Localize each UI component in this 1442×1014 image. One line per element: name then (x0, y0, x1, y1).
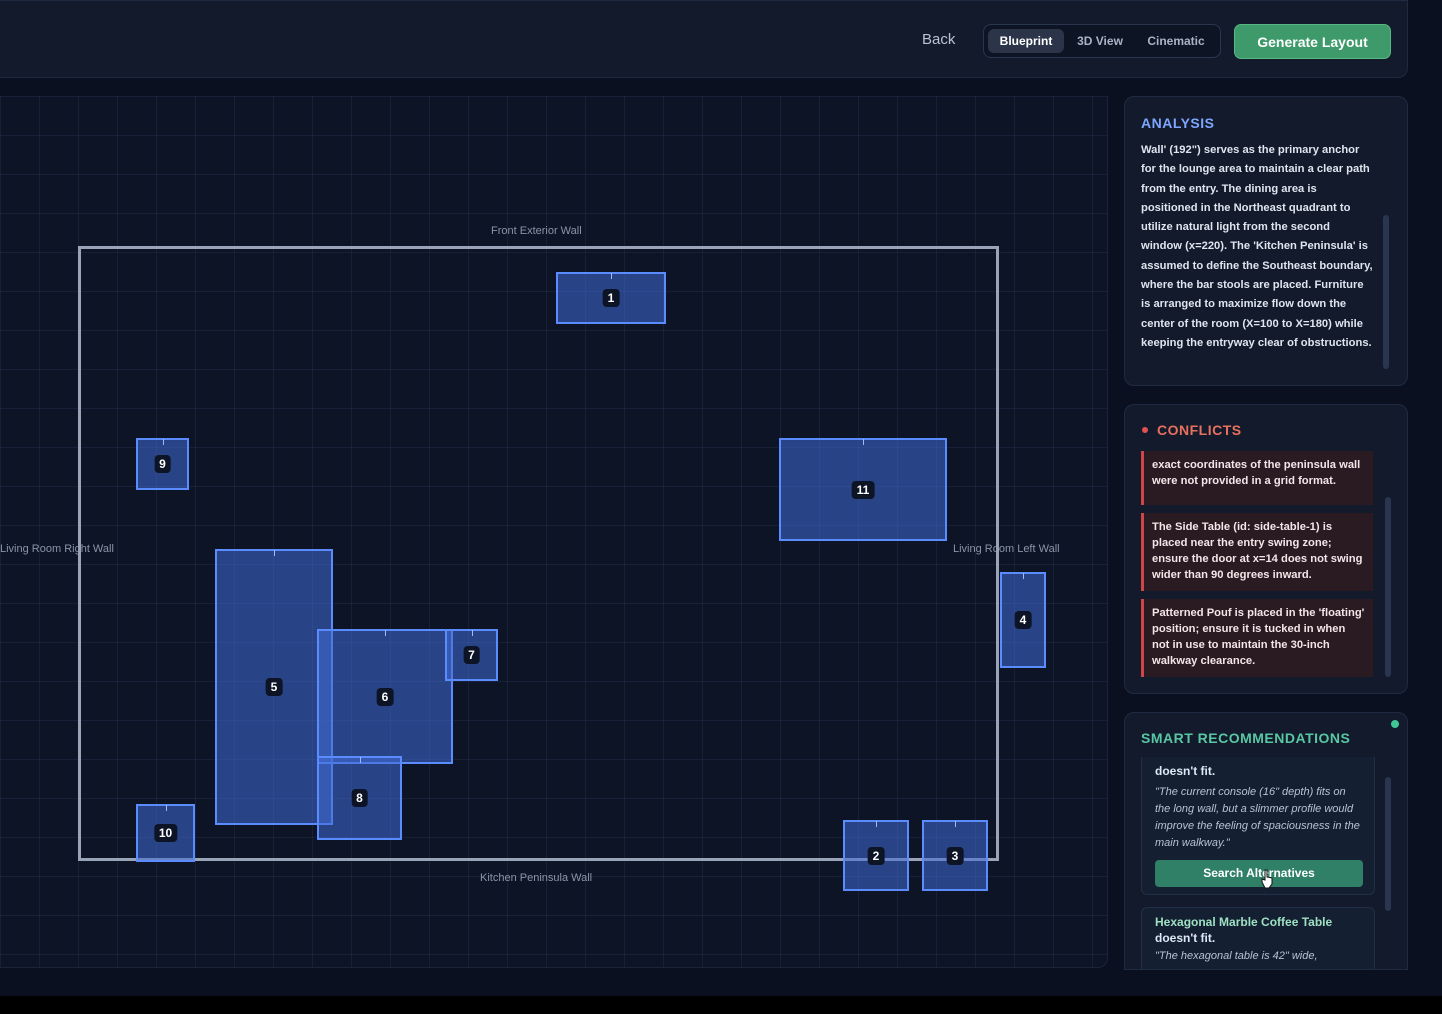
furniture-piece-8[interactable]: 8 (317, 756, 402, 840)
conflict-item: exact coordinates of the peninsula wall … (1141, 451, 1373, 505)
piece-number: 1 (602, 289, 620, 307)
status-dot-icon (1391, 720, 1399, 728)
piece-number: 3 (946, 846, 964, 865)
recommendation-subtitle: doesn't fit. (1155, 931, 1216, 945)
conflicts-panel: CONFLICTS exact coordinates of the penin… (1124, 404, 1408, 694)
recommendation-quote: "The hexagonal table is 42" wide, (1155, 950, 1318, 962)
recommendation-card: doesn't fit. "The current console (16" d… (1141, 757, 1375, 895)
analysis-panel: ANALYSIS Wall' (192") serves as the prim… (1124, 96, 1408, 386)
recommendation-title: Hexagonal Marble Coffee Table (1155, 915, 1333, 929)
generate-layout-button[interactable]: Generate Layout (1234, 24, 1391, 59)
furniture-piece-4[interactable]: 4 (1000, 572, 1046, 668)
tab-3d-view[interactable]: 3D View (1068, 29, 1132, 53)
analysis-title: ANALYSIS (1141, 115, 1215, 131)
furniture-piece-9[interactable]: 9 (136, 438, 189, 490)
recommendations-scrollbar[interactable] (1385, 777, 1391, 911)
recommendation-quote: "The current console (16" depth) fits on… (1155, 786, 1360, 849)
conflict-item: The Side Table (id: side-table-1) is pla… (1141, 513, 1373, 591)
analysis-text: Wall' (192") serves as the primary ancho… (1141, 144, 1373, 349)
piece-number: 8 (351, 789, 368, 807)
tab-cinematic[interactable]: Cinematic (1136, 29, 1216, 53)
conflict-item: Patterned Pouf is placed in the 'floatin… (1141, 599, 1373, 677)
furniture-piece-7[interactable]: 7 (445, 629, 498, 681)
recommendations-title: SMART RECOMMENDATIONS (1141, 730, 1351, 746)
wall-label-bottom: Kitchen Peninsula Wall (480, 872, 593, 884)
view-mode-switch: Blueprint 3D View Cinematic (983, 24, 1221, 58)
tab-blueprint[interactable]: Blueprint (988, 29, 1064, 53)
wall-label-top: Front Exterior Wall (491, 225, 582, 237)
conflicts-title: CONFLICTS (1157, 422, 1242, 438)
mouse-pointer-icon (1261, 869, 1273, 889)
piece-number: 7 (463, 646, 480, 664)
piece-number: 4 (1014, 611, 1032, 629)
piece-number: 9 (154, 455, 171, 473)
furniture-piece-1[interactable]: 1 (556, 272, 666, 324)
conflicts-scrollbar[interactable] (1385, 497, 1391, 677)
conflict-dot-icon (1142, 427, 1148, 433)
screen-bottom-edge (0, 996, 1442, 1014)
top-toolbar: Back Blueprint 3D View Cinematic Generat… (0, 0, 1408, 78)
recommendation-card: Hexagonal Marble Coffee Table doesn't fi… (1141, 907, 1375, 969)
furniture-piece-10[interactable]: 10 (136, 804, 195, 862)
furniture-piece-3[interactable]: 3 (922, 820, 988, 891)
back-button[interactable]: Back (922, 31, 955, 48)
piece-number: 5 (265, 678, 283, 696)
piece-number: 2 (867, 846, 885, 865)
furniture-piece-6[interactable]: 6 (317, 629, 453, 764)
furniture-piece-2[interactable]: 2 (843, 820, 909, 891)
piece-number: 6 (376, 687, 394, 706)
recommendations-panel: SMART RECOMMENDATIONS doesn't fit. "The … (1124, 712, 1408, 970)
recommendation-title: doesn't fit. (1155, 764, 1216, 778)
furniture-piece-11[interactable]: 11 (779, 438, 947, 541)
blueprint-canvas[interactable]: Front Exterior Wall Kitchen Peninsula Wa… (0, 96, 1108, 968)
piece-number: 11 (851, 480, 875, 499)
furniture-piece-5[interactable]: 5 (215, 549, 333, 825)
piece-number: 10 (153, 824, 178, 842)
analysis-scrollbar[interactable] (1383, 215, 1389, 369)
search-alternatives-button[interactable]: Search Alternatives (1155, 860, 1363, 887)
